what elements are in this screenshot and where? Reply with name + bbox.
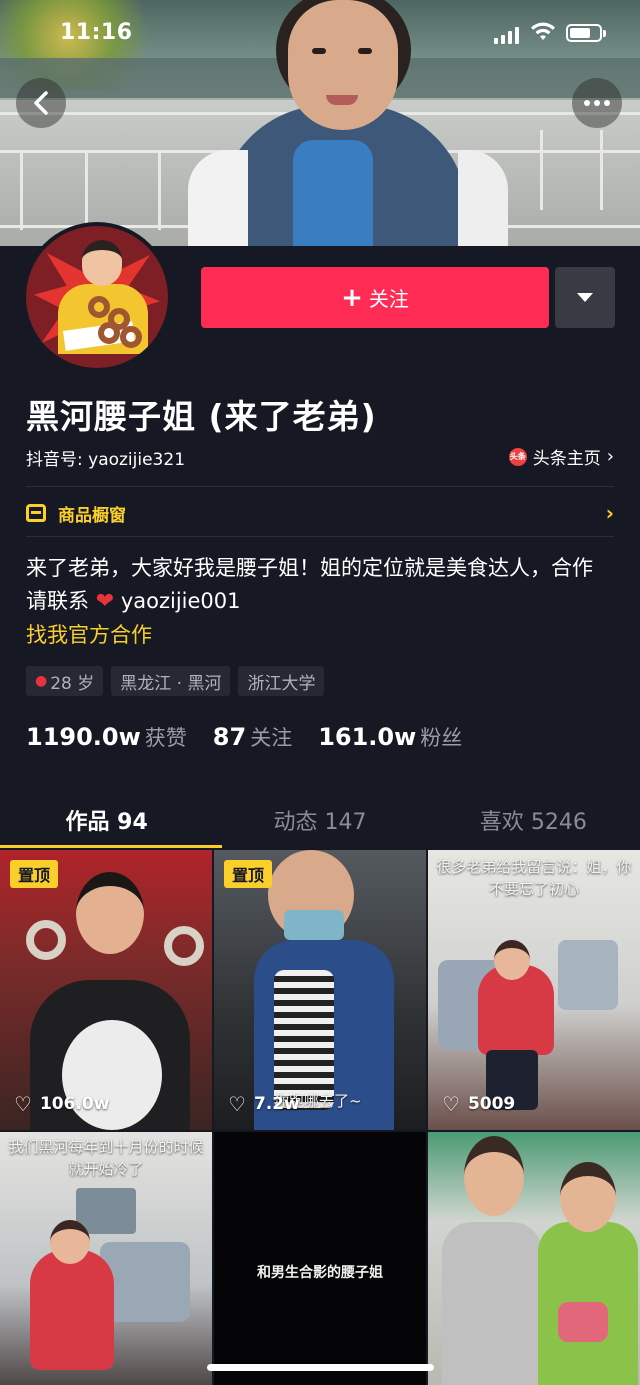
plus-icon: + xyxy=(341,282,363,313)
more-options-button[interactable] xyxy=(572,78,622,128)
chevron-right-icon: › xyxy=(605,501,614,525)
video-caption: 我们黑河每年到十月份的时候就开始冷了 xyxy=(8,1138,204,1178)
video-thumbnail[interactable]: 和男生合影的腰子姐 xyxy=(214,1132,426,1385)
video-thumbnail[interactable]: 我们黑河每年到十月份的时候就开始冷了 xyxy=(0,1132,212,1385)
caret-down-icon xyxy=(577,293,593,302)
video-thumbnail[interactable]: 置顶 你跑哪去了~ ♡ 7.2w xyxy=(214,850,426,1130)
shop-icon xyxy=(26,504,46,522)
fans-count: 161.0w xyxy=(318,723,417,751)
toutiao-icon: 头条 xyxy=(508,447,527,466)
school-tag: 浙江大学 xyxy=(238,666,325,696)
female-icon: ● xyxy=(35,673,48,689)
chevron-left-icon xyxy=(34,91,48,115)
video-grid: 置顶 ♡ 106.0w 置顶 你跑哪去了~ ♡ 7.2w 很多老弟给我留言说：姐… xyxy=(0,850,640,1385)
video-likes-count: 5009 xyxy=(467,1094,516,1114)
video-thumbnail[interactable]: 很多老弟给我留言说：姐，你不要忘了初心 ♡ 5009 xyxy=(428,850,640,1130)
video-likes: ♡ 7.2w xyxy=(228,1092,300,1116)
follow-button[interactable]: + 关注 xyxy=(201,267,549,328)
profile-name: 黑河腰子姐 (来了老弟) xyxy=(26,397,377,436)
video-caption: 和男生合影的腰子姐 xyxy=(257,1265,383,1281)
cooperation-link[interactable]: 找我官方合作 xyxy=(26,619,152,649)
product-showcase-row[interactable]: 商品橱窗 › xyxy=(26,500,614,526)
heart-outline-icon: ♡ xyxy=(228,1092,246,1116)
back-button[interactable] xyxy=(16,78,66,128)
toutiao-homepage-link[interactable]: 头条 头条主页 › xyxy=(508,444,614,469)
following-stat[interactable]: 87 关注 xyxy=(213,722,292,752)
following-label: 关注 xyxy=(250,726,293,750)
product-showcase-label: 商品橱窗 xyxy=(58,505,126,526)
tab-works[interactable]: 作品 94 xyxy=(0,796,223,848)
profile-tags: ● 28 岁 黑龙江 · 黑河 浙江大学 xyxy=(26,666,325,696)
profile-tabs: 作品 94 动态 147 喜欢 5246 xyxy=(0,796,640,848)
following-count: 87 xyxy=(212,723,247,751)
heart-icon: ❤ xyxy=(95,589,115,614)
avatar[interactable] xyxy=(22,222,172,372)
follow-button-label: 关注 xyxy=(368,287,409,311)
video-likes-count: 106.0w xyxy=(39,1094,110,1114)
likes-label: 获赞 xyxy=(144,726,187,750)
video-caption: 很多老弟给我留言说：姐，你不要忘了初心 xyxy=(436,858,632,898)
likes-count: 1190.0w xyxy=(26,723,141,751)
status-time: 11:16 xyxy=(60,20,133,45)
recommend-dropdown-button[interactable] xyxy=(555,267,615,328)
fans-stat[interactable]: 161.0w 粉丝 xyxy=(318,722,462,752)
divider xyxy=(26,486,614,487)
fans-label: 粉丝 xyxy=(420,726,463,750)
pinned-badge: 置顶 xyxy=(10,860,59,888)
profile-stats: 1190.0w 获赞 87 关注 161.0w 粉丝 xyxy=(26,722,462,752)
video-likes-count: 7.2w xyxy=(253,1094,300,1114)
tab-activity[interactable]: 动态 147 xyxy=(213,796,426,848)
chevron-right-icon: › xyxy=(606,446,614,467)
douyin-id: 抖音号: yaozijie321 xyxy=(26,450,186,470)
video-thumbnail[interactable] xyxy=(428,1132,640,1385)
battery-icon xyxy=(566,24,606,42)
video-likes: ♡ 5009 xyxy=(442,1092,515,1116)
tab-likes[interactable]: 喜欢 5246 xyxy=(427,796,640,848)
home-indicator[interactable] xyxy=(207,1364,434,1371)
toutiao-link-label: 头条主页 xyxy=(532,449,601,469)
video-thumbnail[interactable]: 置顶 ♡ 106.0w xyxy=(0,850,212,1130)
pinned-badge: 置顶 xyxy=(224,860,273,888)
video-likes: ♡ 106.0w xyxy=(14,1092,109,1116)
more-dots-icon xyxy=(584,100,610,106)
cellular-signal-icon xyxy=(494,27,519,44)
bio: 来了老弟，大家好我是腰子姐！姐的定位就是美食达人，合作请联系 ❤ yaoziji… xyxy=(26,552,606,618)
wifi-icon xyxy=(531,22,555,40)
heart-outline-icon: ♡ xyxy=(442,1092,460,1116)
divider xyxy=(26,536,614,537)
age-tag: ● 28 岁 xyxy=(26,666,104,696)
likes-stat[interactable]: 1190.0w 获赞 xyxy=(26,722,187,752)
location-tag: 黑龙江 · 黑河 xyxy=(111,666,231,696)
age-tag-label: 28 岁 xyxy=(50,673,95,694)
heart-outline-icon: ♡ xyxy=(14,1092,32,1116)
bio-contact: yaozijie001 xyxy=(120,589,241,613)
